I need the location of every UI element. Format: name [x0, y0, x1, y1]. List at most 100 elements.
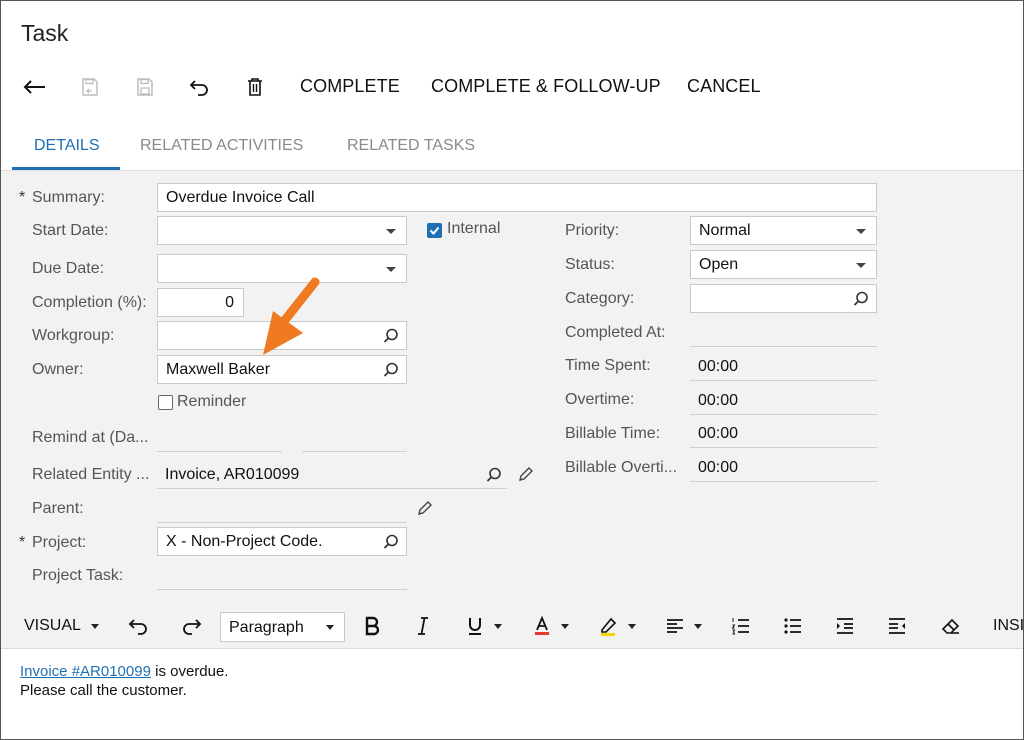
related-entity-label: Related Entity ... — [32, 466, 150, 483]
start-date-label: Start Date: — [32, 222, 109, 239]
time-spent-label: Time Spent: — [565, 357, 651, 374]
search-icon[interactable] — [485, 466, 503, 484]
chevron-down-icon[interactable] — [494, 624, 502, 629]
search-icon[interactable] — [382, 533, 400, 551]
chevron-down-icon[interactable] — [628, 624, 636, 629]
chevron-down-icon[interactable] — [856, 263, 866, 268]
parent-field — [157, 494, 407, 523]
owner-label: Owner: — [32, 361, 84, 378]
tab-details[interactable]: DETAILS — [34, 137, 100, 155]
overtime-field: 00:00 — [690, 386, 877, 415]
workgroup-label: Workgroup: — [32, 327, 115, 344]
billable-time-value: 00:00 — [698, 425, 739, 442]
related-entity-value: Invoice, AR010099 — [165, 466, 300, 483]
align-left-icon[interactable] — [663, 614, 687, 638]
delete-trash-icon[interactable] — [241, 73, 269, 101]
content-line-2: Please call the customer. — [20, 682, 187, 699]
remind-at-time-field — [302, 423, 407, 452]
chevron-down-icon[interactable] — [386, 267, 396, 272]
tab-related-activities[interactable]: RELATED ACTIVITIES — [140, 137, 303, 155]
numbered-list-icon[interactable] — [729, 614, 753, 638]
visual-mode-label: VISUAL — [24, 617, 81, 634]
internal-checkbox[interactable] — [427, 223, 442, 238]
complete-button[interactable]: COMPLETE — [300, 76, 400, 97]
chevron-down-icon[interactable] — [91, 624, 99, 629]
indent-icon[interactable] — [833, 614, 857, 638]
reminder-label: Reminder — [177, 393, 247, 410]
redo-icon[interactable] — [179, 614, 203, 638]
priority-label: Priority: — [565, 222, 620, 239]
search-icon[interactable] — [382, 327, 400, 345]
completion-label: Completion (%): — [32, 294, 147, 311]
reminder-checkbox[interactable] — [158, 395, 173, 410]
underline-icon[interactable] — [463, 614, 487, 638]
start-date-picker[interactable] — [157, 216, 407, 245]
complete-follow-up-button[interactable]: COMPLETE & FOLLOW-UP — [431, 76, 661, 97]
content-line-1: Invoice #AR010099 is overdue. — [20, 662, 228, 681]
bulleted-list-icon[interactable] — [781, 614, 805, 638]
status-label: Status: — [565, 256, 615, 273]
editor-toolbar — [1, 607, 1023, 649]
billable-overtime-field: 00:00 — [690, 453, 877, 482]
project-task-label: Project Task: — [32, 567, 124, 584]
annotation-arrow-icon — [263, 277, 320, 355]
checkmark-icon — [429, 226, 440, 235]
edit-pencil-icon[interactable] — [517, 465, 535, 483]
chevron-down-icon[interactable] — [694, 624, 702, 629]
search-icon[interactable] — [382, 361, 400, 379]
completion-input[interactable]: 0 — [157, 288, 244, 317]
internal-label: Internal — [447, 220, 501, 237]
summary-label: Summary: — [32, 189, 105, 206]
font-color-icon[interactable] — [530, 614, 554, 638]
highlight-color-icon[interactable] — [596, 614, 620, 638]
billable-overtime-value: 00:00 — [698, 459, 739, 476]
clear-formatting-eraser-icon[interactable] — [939, 614, 963, 638]
paragraph-style-dropdown[interactable]: Paragraph — [220, 612, 345, 642]
cancel-button[interactable]: CANCEL — [687, 76, 761, 97]
time-spent-value: 00:00 — [698, 358, 739, 375]
summary-input[interactable]: Overdue Invoice Call — [157, 183, 877, 212]
back-arrow-icon[interactable] — [21, 73, 49, 101]
chevron-down-icon[interactable] — [386, 229, 396, 234]
content-line-1-text: is overdue. — [150, 663, 229, 680]
overtime-value: 00:00 — [698, 392, 739, 409]
italic-icon[interactable] — [411, 614, 435, 638]
completed-at-field — [690, 318, 877, 347]
invoice-link[interactable]: Invoice #AR010099 — [20, 663, 151, 680]
tab-related-tasks[interactable]: RELATED TASKS — [347, 137, 475, 155]
related-entity-field[interactable]: Invoice, AR010099 — [157, 460, 507, 489]
project-selector[interactable]: X - Non-Project Code. — [157, 527, 407, 556]
project-value: X - Non-Project Code. — [166, 533, 323, 550]
edit-pencil-icon[interactable] — [416, 499, 434, 517]
required-marker: * — [19, 534, 26, 551]
billable-overtime-label: Billable Overti... — [565, 459, 678, 476]
remind-at-date-field — [157, 423, 282, 452]
page-title: Task — [21, 20, 69, 46]
overtime-label: Overtime: — [565, 391, 635, 408]
summary-value: Overdue Invoice Call — [166, 189, 315, 206]
undo-icon[interactable] — [186, 73, 214, 101]
editor-content[interactable]: Invoice #AR010099 is overdue. Please cal… — [20, 662, 228, 700]
category-label: Category: — [565, 290, 635, 307]
search-icon[interactable] — [852, 290, 870, 308]
due-date-label: Due Date: — [32, 260, 105, 277]
visual-mode-dropdown[interactable]: VISUAL — [24, 617, 81, 635]
priority-value: Normal — [699, 222, 751, 239]
chevron-down-icon[interactable] — [326, 625, 334, 630]
outdent-icon[interactable] — [885, 614, 909, 638]
bold-icon[interactable] — [360, 614, 384, 638]
status-value: Open — [699, 256, 739, 273]
status-dropdown[interactable]: Open — [690, 250, 877, 279]
save-icon[interactable] — [131, 73, 159, 101]
chevron-down-icon[interactable] — [561, 624, 569, 629]
category-selector[interactable] — [690, 284, 877, 313]
paragraph-style-value: Paragraph — [229, 619, 304, 636]
priority-dropdown[interactable]: Normal — [690, 216, 877, 245]
undo-icon[interactable] — [127, 614, 151, 638]
save-and-close-icon[interactable] — [76, 73, 104, 101]
remind-at-label: Remind at (Da... — [32, 429, 149, 446]
insert-menu-label: INSI — [993, 617, 1024, 634]
insert-menu-button[interactable]: INSI — [993, 617, 1024, 635]
chevron-down-icon[interactable] — [856, 229, 866, 234]
completion-value: 0 — [225, 294, 234, 311]
